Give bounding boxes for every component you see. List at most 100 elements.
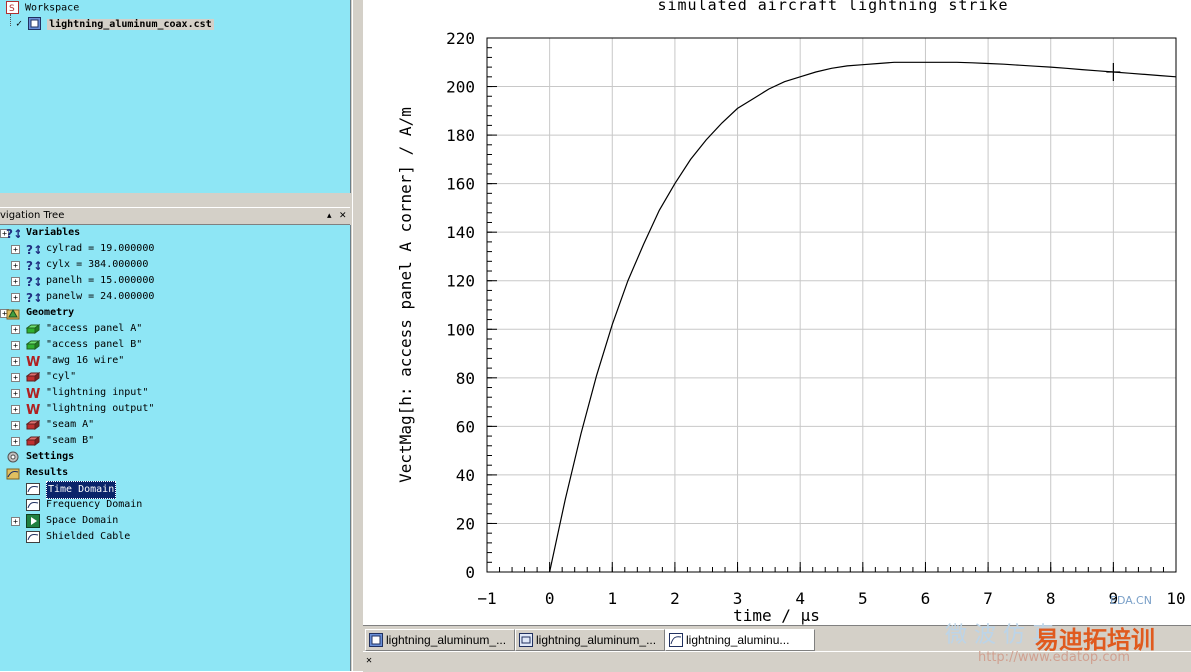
svg-text:?↕: ?↕ <box>26 259 40 272</box>
solid-red-icon <box>25 434 41 448</box>
y-tick-label: 20 <box>456 514 475 533</box>
svg-text:?↕: ?↕ <box>6 227 20 240</box>
x-tick-label: 8 <box>1046 589 1056 608</box>
expand-icon[interactable]: + <box>11 293 20 302</box>
tab-doc-2[interactable]: lightning_aluminum_... <box>515 629 665 651</box>
cst-logo-icon: S <box>6 1 19 14</box>
expand-icon[interactable]: + <box>11 245 20 254</box>
tree-item-label: "awg 16 wire" <box>46 355 125 366</box>
nav-tree-header: vigation Tree ▴ ✕ <box>0 207 350 225</box>
cable-chart-icon <box>26 530 40 544</box>
tree-item-label: cylrad = 19.000000 <box>46 243 155 254</box>
time-chart-icon <box>26 482 40 496</box>
workspace-label: Workspace <box>25 2 80 14</box>
variables-icon: ?↕ <box>6 226 23 241</box>
checkmark-icon: ✓ <box>16 18 23 30</box>
tree-item-label: Frequency Domain <box>46 499 143 510</box>
x-tick-label: 7 <box>983 589 993 608</box>
expand-icon[interactable]: + <box>11 373 20 382</box>
variable-icon: ?↕ <box>26 290 43 305</box>
project-icon <box>28 17 42 30</box>
watermark-url: http://www.edatop.com <box>978 650 1131 665</box>
solid-green-icon <box>25 322 41 336</box>
wire-icon: W <box>26 354 40 370</box>
watermark-site: EDA.CN <box>1110 594 1152 607</box>
tree-item-label: "lightning input" <box>46 387 149 398</box>
y-axis-label: VectMag[h: access panel A corner] / A/m <box>396 107 415 483</box>
y-tick-label: 0 <box>465 563 475 582</box>
y-tick-label: 40 <box>456 466 475 485</box>
chart: −1 0 1 2 3 4 5 6 7 8 9 1002040608010012014016018020… <box>396 0 1186 625</box>
tab-doc-3[interactable]: lightning_aluminu... <box>665 629 815 651</box>
tree-item-label: cylx = 384.000000 <box>46 259 149 270</box>
project-row[interactable]: ✓ lightning_aluminum_coax.cst <box>16 17 214 32</box>
variable-icon: ?↕ <box>26 274 43 289</box>
expand-icon[interactable]: + <box>11 277 20 286</box>
left-panel: S Workspace ✓ lightning_aluminum_coax.cs… <box>0 0 359 671</box>
close-button[interactable]: ✕ <box>339 208 347 224</box>
svg-text:S: S <box>9 4 15 14</box>
variable-icon: ?↕ <box>26 258 43 273</box>
expand-icon[interactable]: + <box>11 421 20 430</box>
pin-button[interactable]: ▴ <box>327 208 332 224</box>
expand-icon[interactable]: + <box>11 325 20 334</box>
x-tick-label: 1 <box>607 589 617 608</box>
tab-doc-1[interactable]: lightning_aluminum_... <box>365 629 515 651</box>
expand-icon[interactable]: + <box>11 261 20 270</box>
tree-line <box>10 14 12 26</box>
tree-item-label: "access panel B" <box>46 339 143 350</box>
tree-item-label: Shielded Cable <box>46 531 131 542</box>
tree-item-label: "access panel A" <box>46 323 143 334</box>
close-icon[interactable]: ✕ <box>366 655 372 666</box>
y-tick-label: 140 <box>446 223 475 242</box>
frequency-chart-icon <box>26 498 40 512</box>
plot-frame <box>486 37 1177 573</box>
svg-text:?↕: ?↕ <box>26 275 40 288</box>
expand-icon[interactable]: + <box>11 437 20 446</box>
tab-label: lightning_aluminum_... <box>386 633 507 647</box>
solid-red-icon <box>25 418 41 432</box>
x-tick-label: 6 <box>921 589 931 608</box>
y-tick-label: 160 <box>446 175 475 194</box>
tree-item-label: panelw = 24.000000 <box>46 291 155 302</box>
play-icon <box>26 514 40 528</box>
tree-item-label: "cyl" <box>46 371 77 382</box>
workspace-row[interactable]: S Workspace <box>6 1 79 16</box>
svg-text:W: W <box>26 387 40 400</box>
tree-item-label: Settings <box>26 451 75 462</box>
schematic-icon <box>519 633 533 647</box>
plot-area: −1 0 1 2 3 4 5 6 7 8 9 10 0 20 40 60 80 100 120 140 160 180 20… <box>363 0 1191 625</box>
project-name[interactable]: lightning_aluminum_coax.cst <box>47 18 214 30</box>
expand-icon[interactable]: + <box>11 357 20 366</box>
wire-icon: W <box>26 402 40 418</box>
variable-icon: ?↕ <box>26 242 43 257</box>
results-folder-icon <box>6 466 20 480</box>
tree-item-label: "lightning output" <box>46 403 155 414</box>
expand-icon[interactable]: + <box>11 389 20 398</box>
tree-item-label: Space Domain <box>46 515 119 526</box>
nav-tree-title: vigation Tree <box>0 210 65 221</box>
geometry-folder-icon <box>6 306 20 320</box>
y-tick-label: 120 <box>446 272 475 291</box>
nav-tree: + ?↕ Variables + ?↕ cylrad = 19.000000 + ?↕ cylx… <box>0 225 351 671</box>
x-tick-label: −1 <box>477 589 496 608</box>
chart-icon <box>669 633 683 647</box>
tree-item-label: panelh = 15.000000 <box>46 275 155 286</box>
project-icon <box>369 633 383 647</box>
tree-item-label: Results <box>26 467 69 478</box>
chart-title: simulated aircraft lightning strike <box>657 0 1008 14</box>
wire-icon: W <box>26 386 40 402</box>
y-tick-label: 60 <box>456 417 475 436</box>
x-tick-label: 10 <box>1166 589 1185 608</box>
expand-icon[interactable]: + <box>11 517 20 526</box>
expand-icon[interactable]: + <box>11 341 20 350</box>
x-tick-label: 2 <box>670 589 680 608</box>
x-tick-label: 5 <box>858 589 868 608</box>
tree-item-label: "seam A" <box>46 419 95 430</box>
y-tick-label: 180 <box>446 126 475 145</box>
svg-text:W: W <box>26 355 40 368</box>
y-tick-label: 200 <box>446 78 475 97</box>
settings-icon <box>6 450 20 464</box>
x-axis-label: time / µs <box>733 606 820 625</box>
expand-icon[interactable]: + <box>11 405 20 414</box>
